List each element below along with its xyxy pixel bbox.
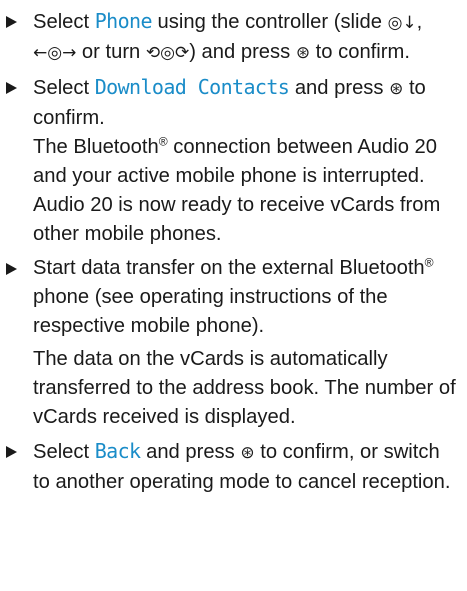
step-text: Select Back and press ⊛ to confirm, or s… [33, 439, 451, 493]
controller-slide-down-icon: ◎↓ [387, 13, 417, 33]
step-select-phone: Select Phone using the controller (slide… [6, 7, 459, 68]
step-select-back: Select Back and press ⊛ to confirm, or s… [6, 437, 459, 497]
step-result-text: The data on the vCards is automatically … [33, 348, 456, 428]
controller-turn-icon: ⟲◎⟳ [145, 43, 190, 63]
controller-press-icon: ⊛ [389, 79, 404, 99]
menu-item-back: Back [94, 439, 141, 463]
step-bullet-icon [6, 263, 17, 275]
step-result-text: The Bluetooth® connection between Audio … [33, 134, 441, 245]
controller-slide-left-right-icon: ←◎→ [33, 43, 77, 63]
step-download-contacts: Select Download Contacts and press ⊛ to … [6, 73, 459, 249]
menu-item-phone: Phone [94, 9, 153, 33]
step-bullet-icon [6, 16, 17, 28]
step-text: Select Phone using the controller (slide… [33, 9, 423, 63]
menu-item-download-contacts: Download Contacts [94, 75, 290, 99]
controller-press-icon: ⊛ [240, 443, 255, 463]
step-bullet-icon [6, 446, 17, 458]
instruction-page: Select Phone using the controller (slide… [0, 0, 467, 591]
controller-press-icon: ⊛ [295, 43, 311, 63]
step-bullet-icon [6, 82, 17, 94]
step-start-transfer: Start data transfer on the external Blue… [6, 254, 459, 432]
step-text: Start data transfer on the external Blue… [33, 255, 434, 337]
step-text: Select Download Contacts and press ⊛ to … [33, 75, 426, 129]
